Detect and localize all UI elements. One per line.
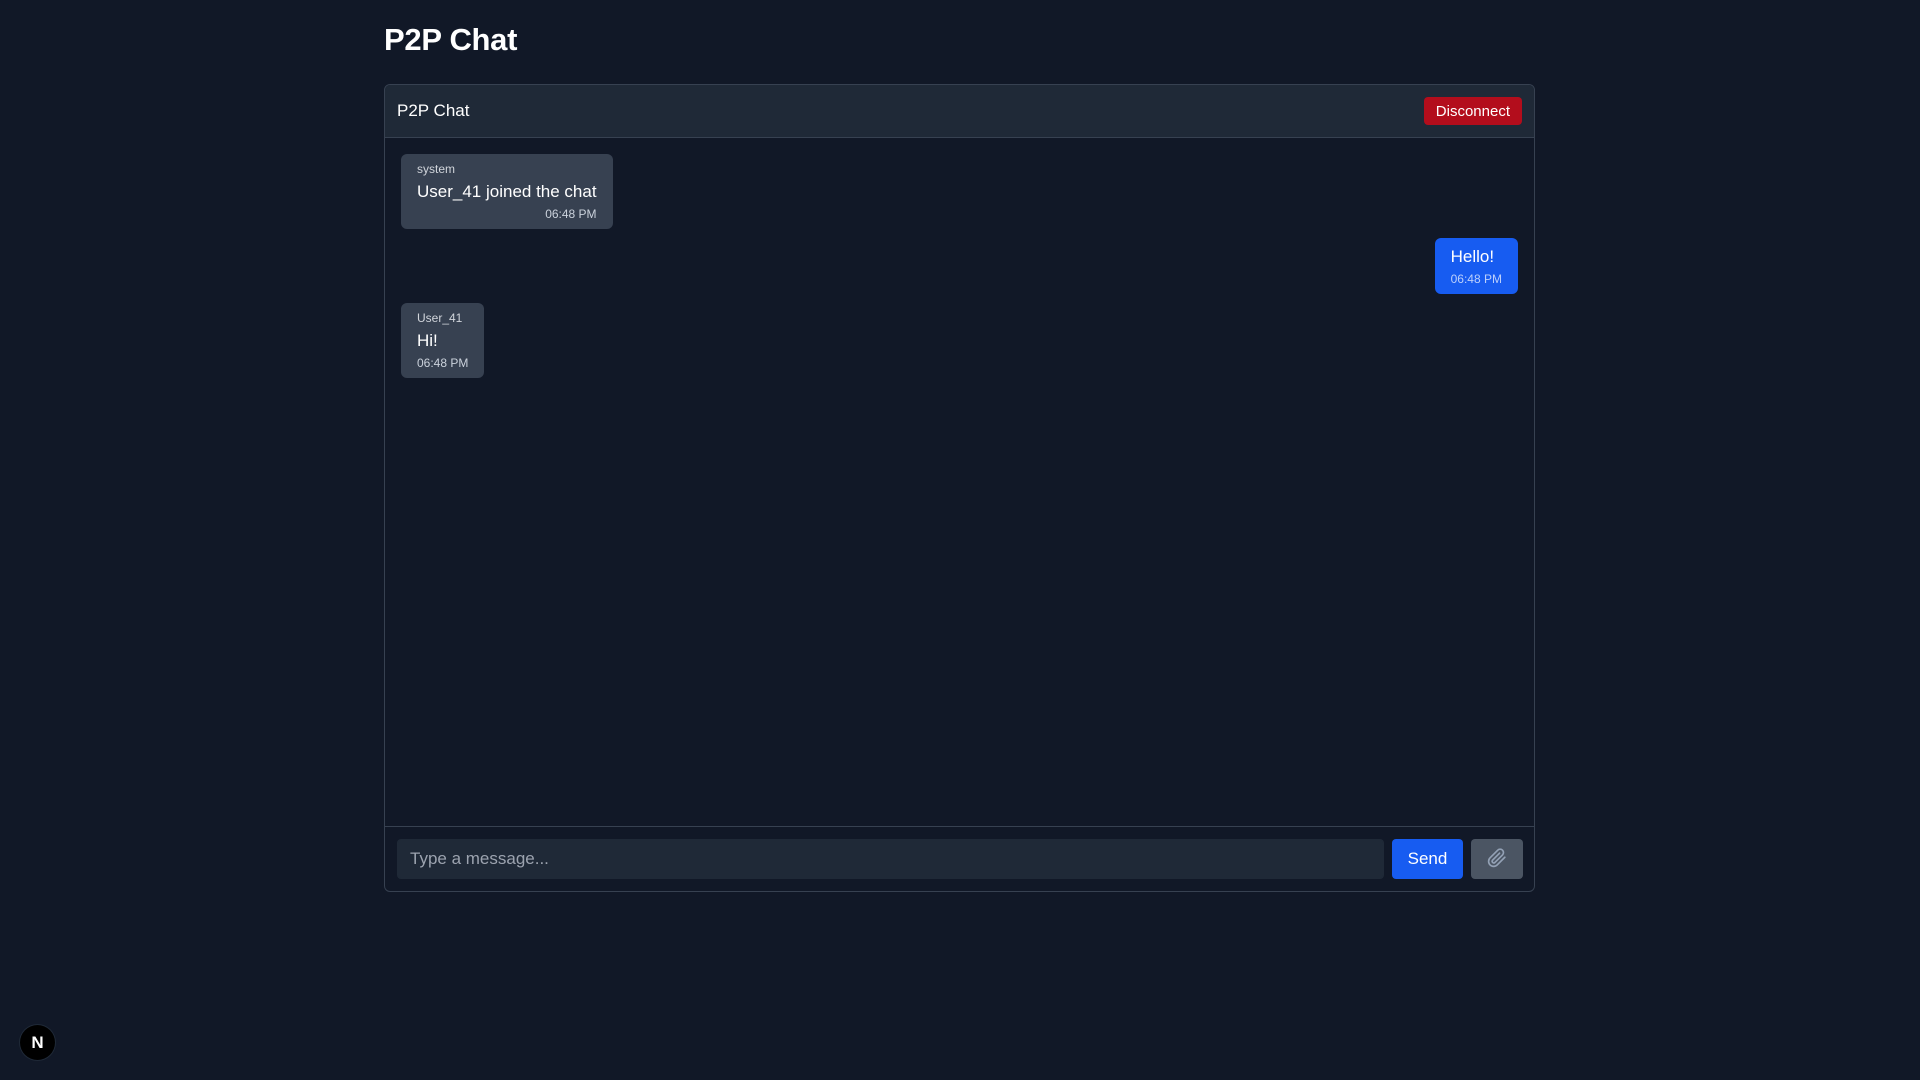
nextjs-logo-icon: N [31,1032,44,1052]
message-text: Hello! [1450,247,1495,266]
chat-window: P2P Chat Disconnect system User_41 joine… [384,84,1535,892]
send-button[interactable]: Send [1392,839,1463,879]
message-bubble: User_41 Hi! 06:48 PM [401,303,485,378]
message-bubble: Hello! 06:48 PM [1434,238,1518,294]
message-time: 06:48 PM [417,356,469,370]
message-bubble: system User_41 joined the chat 06:48 PM [401,154,613,229]
message-text: User_41 joined the chat [417,182,597,201]
message-sender: User_41 [417,311,463,325]
chat-header: P2P Chat Disconnect [385,85,1534,138]
disconnect-button[interactable]: Disconnect [1423,97,1522,125]
attach-button[interactable] [1471,839,1523,879]
message-item: Hello! 06:48 PM [401,238,1518,294]
message-time: 06:48 PM [1450,272,1502,286]
message-composer: Send [385,826,1534,891]
paperclip-icon [1487,847,1507,871]
page-title: P2P Chat [384,22,518,57]
message-sender: system [417,162,456,176]
message-time: 06:48 PM [545,207,597,221]
chat-title: P2P Chat [397,101,470,120]
message-input[interactable] [397,839,1384,879]
nextjs-dev-badge[interactable]: N [20,1025,55,1060]
message-item: User_41 Hi! 06:48 PM [401,303,1518,378]
message-item: system User_41 joined the chat 06:48 PM [401,154,1518,229]
message-text: Hi! [417,331,438,350]
message-list[interactable]: system User_41 joined the chat 06:48 PM … [385,138,1534,828]
